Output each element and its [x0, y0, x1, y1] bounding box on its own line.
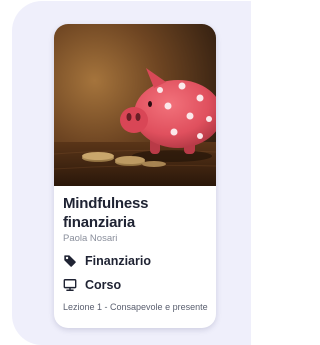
course-author: Paola Nosari — [63, 233, 118, 244]
course-card[interactable]: Mindfulness finanziaria Paola Nosari Fin… — [54, 24, 216, 328]
format-row: Corso — [63, 275, 213, 295]
format-label: Corso — [85, 278, 122, 292]
monitor-icon — [63, 279, 77, 291]
course-image — [54, 24, 216, 186]
course-title[interactable]: Mindfulness finanziaria — [63, 194, 213, 232]
tag-icon — [64, 255, 76, 267]
category-label: Finanziario — [85, 254, 151, 268]
category-row: Finanziario — [63, 251, 213, 271]
lesson-subtitle: Lezione 1 - Consapevole e presente — [63, 302, 208, 312]
